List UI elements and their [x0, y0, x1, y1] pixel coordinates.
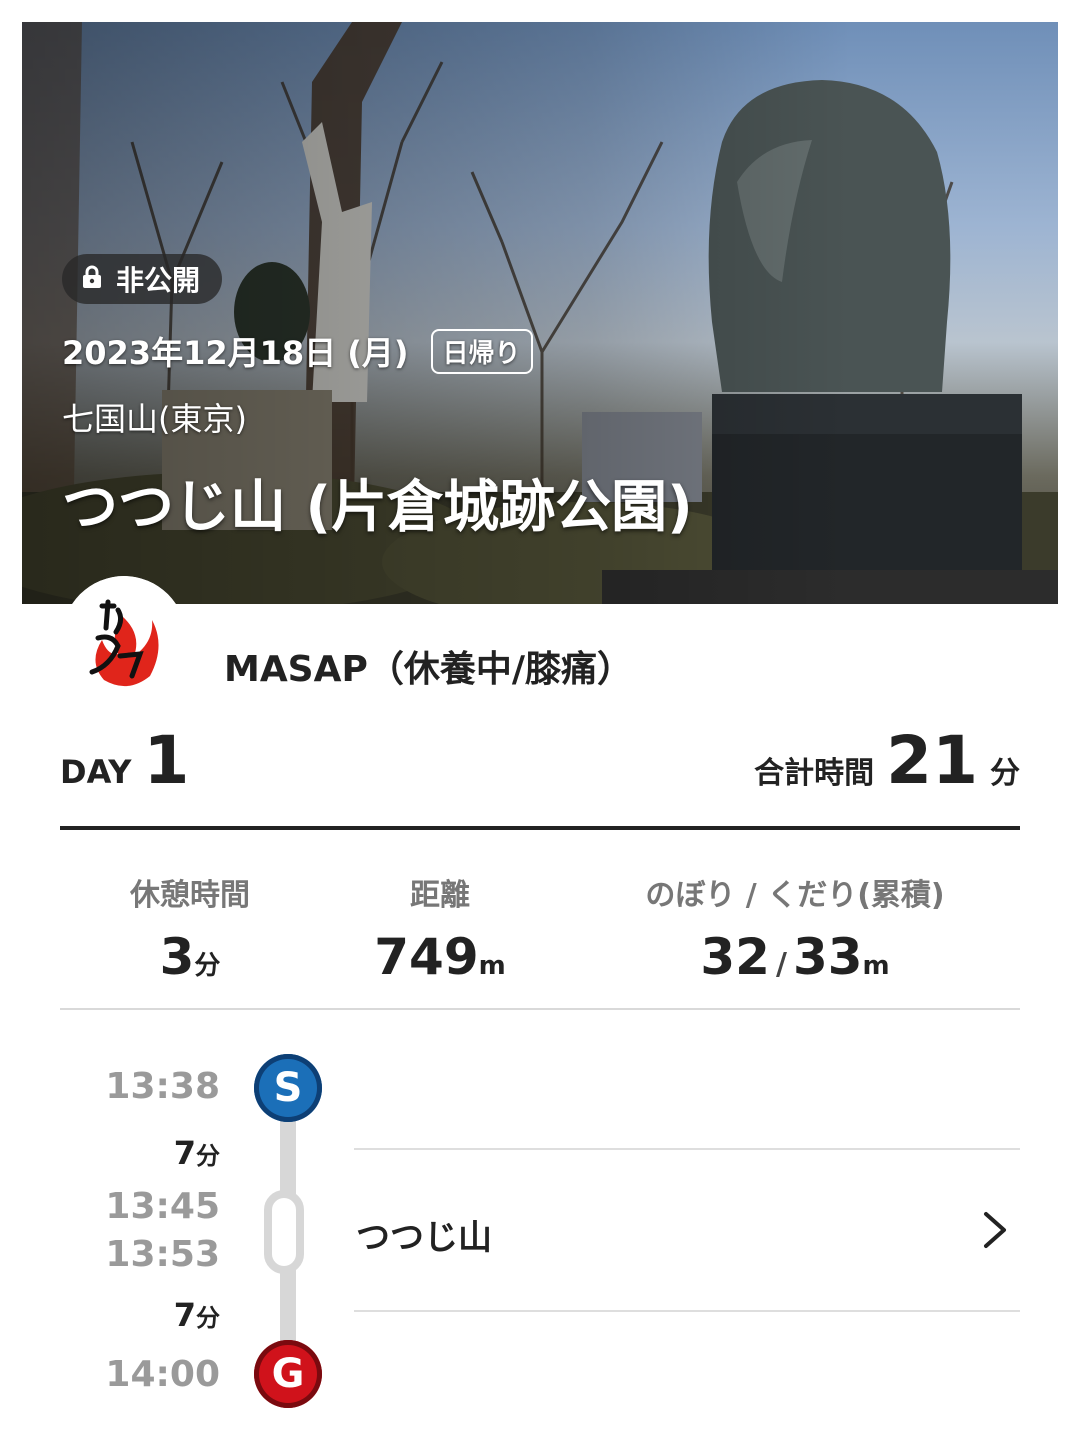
elevation-separator: /	[775, 947, 787, 982]
header-divider	[60, 826, 1020, 830]
avatar-logo	[62, 576, 186, 700]
stats-divider	[60, 1008, 1020, 1010]
goal-marker: G	[254, 1340, 322, 1408]
waypoint-name[interactable]: つつじ山	[356, 1210, 492, 1259]
avatar[interactable]	[62, 576, 186, 700]
visibility-label: 非公開	[116, 264, 201, 297]
rest-time-stat: 休憩時間 3分	[100, 870, 280, 986]
elevation-label: のぼり / くだり(累積)	[645, 878, 945, 913]
rest-time-unit: 分	[194, 951, 221, 981]
lock-icon	[82, 263, 102, 296]
distance-unit: m	[478, 951, 506, 981]
leg-duration-value: 7	[173, 1134, 196, 1172]
activity-date: 2023年12月18日 (月)	[62, 334, 409, 372]
activity-title: つつじ山 (片倉城跡公園)	[62, 475, 693, 540]
distance-value: 749	[374, 928, 479, 986]
start-marker: S	[254, 1054, 322, 1122]
visibility-badge: 非公開	[62, 254, 223, 304]
waypoint-departure-time: 13:53	[105, 1234, 220, 1275]
waypoint-bottom-divider	[354, 1310, 1020, 1312]
hero-photo: 非公開 2023年12月18日 (月) 日帰り 七国山(東京) つつじ山 (片倉…	[22, 22, 1058, 604]
total-time-unit: 分	[990, 756, 1020, 791]
mountain-name[interactable]: 七国山(東京)	[62, 394, 247, 440]
ascent-value: 32	[700, 928, 770, 986]
rest-time-value: 3	[159, 928, 195, 986]
leg-duration: 7分	[60, 1134, 220, 1172]
day-indicator: DAY 1	[60, 722, 189, 799]
total-time: 合計時間 21 分	[754, 722, 1020, 799]
goal-time: 14:00	[105, 1354, 220, 1395]
distance-label: 距離	[410, 878, 470, 913]
total-time-label: 合計時間	[754, 756, 875, 791]
user-name[interactable]: MASAP（休養中/膝痛）	[224, 640, 633, 692]
descent-value: 33	[792, 928, 863, 986]
day-number: 1	[143, 722, 190, 799]
chevron-right-icon[interactable]	[976, 1208, 1016, 1252]
waypoint-marker	[264, 1190, 304, 1274]
leg-duration-unit: 分	[196, 1304, 220, 1332]
waypoint-arrival-time: 13:45	[105, 1186, 220, 1227]
rest-time-label: 休憩時間	[130, 878, 250, 913]
distance-stat: 距離 749m	[350, 870, 530, 986]
elevation-unit: m	[862, 951, 890, 981]
trip-type-tag: 日帰り	[430, 328, 533, 374]
leg-duration-unit: 分	[196, 1142, 220, 1170]
elevation-stat: のぼり / くだり(累積) 32/33m	[600, 870, 990, 986]
total-time-value: 21	[886, 722, 978, 799]
start-time: 13:38	[105, 1066, 220, 1107]
day-label: DAY	[60, 753, 132, 791]
leg-duration-value: 7	[173, 1296, 196, 1334]
leg-duration: 7分	[60, 1296, 220, 1334]
date-row: 2023年12月18日 (月) 日帰り	[62, 328, 533, 374]
waypoint-top-divider	[354, 1148, 1020, 1150]
